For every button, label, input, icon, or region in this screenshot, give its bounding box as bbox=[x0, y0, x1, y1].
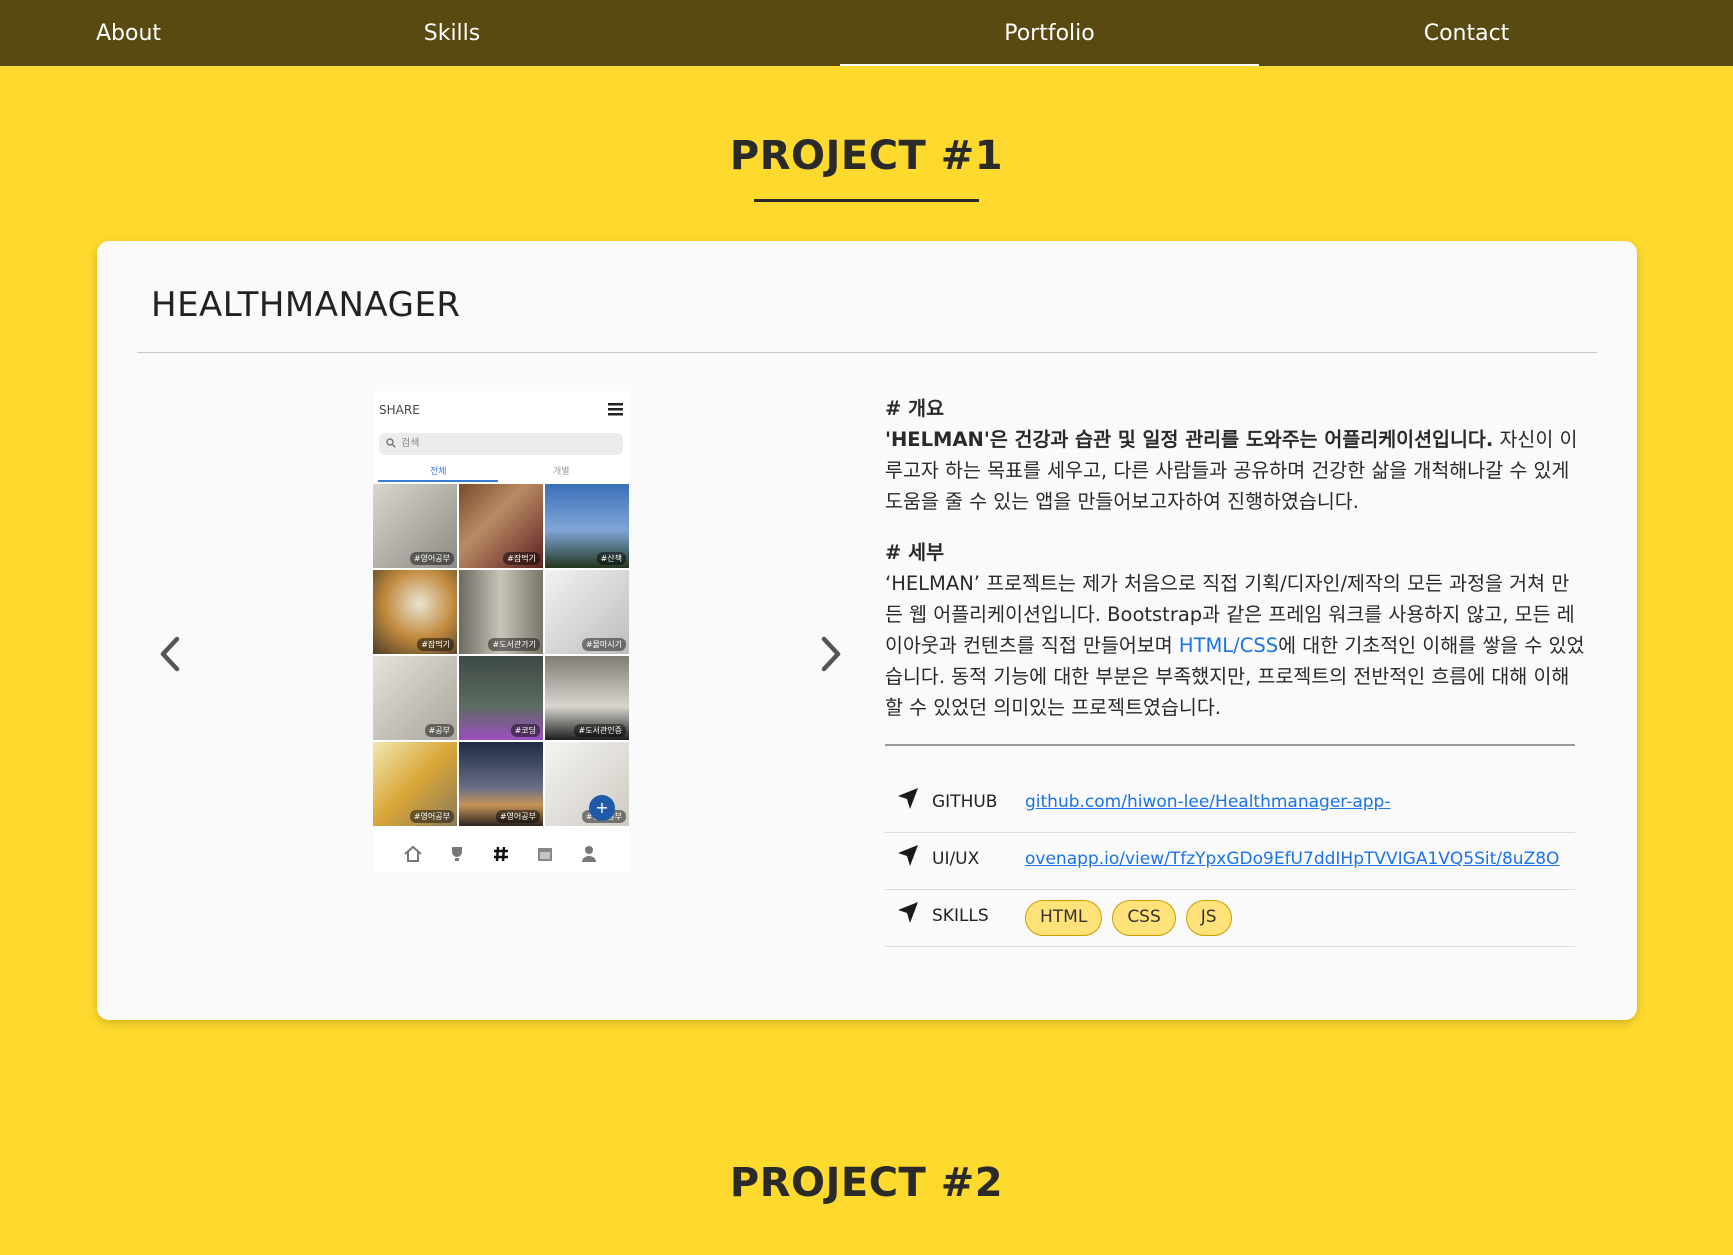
info-row-github: GITHUB github.com/hiwon-lee/Healthmanage… bbox=[885, 776, 1575, 833]
screenshot-tab-indicator bbox=[378, 480, 498, 482]
skill-badges: HTML CSS JS bbox=[1025, 900, 1232, 936]
app-screenshot: SHARE 검색 전체 개별 #영어공부 #잠먹기 #산책 #잠먹기 #도서관가… bbox=[373, 391, 629, 872]
photo-tile: #잠먹기 bbox=[373, 570, 457, 654]
photo-tag: #영어공부 bbox=[409, 810, 454, 823]
overview-bold-text: 'HELMAN'은 건강과 습관 및 일정 관리를 도와주는 어플리케이션입니다… bbox=[885, 428, 1494, 451]
trophy-icon bbox=[452, 846, 462, 861]
navigation-arrow-icon bbox=[898, 788, 918, 809]
screenshot-tab-all: 전체 bbox=[430, 467, 447, 477]
photo-tag: #영어공부 bbox=[495, 810, 540, 823]
nav-portfolio[interactable]: Portfolio bbox=[840, 0, 1259, 66]
user-icon bbox=[582, 845, 596, 862]
uiux-link[interactable]: ovenapp.io/view/TfzYpxGDo9EfU7ddIHpTVVIG… bbox=[1025, 849, 1559, 869]
home-icon bbox=[404, 845, 422, 862]
skill-badge-css: CSS bbox=[1112, 900, 1176, 936]
nav-portfolio-label: Portfolio bbox=[1004, 20, 1095, 46]
nav-about[interactable]: About bbox=[0, 0, 257, 66]
photo-tile: #코딩 bbox=[459, 656, 543, 740]
screenshot-photo-grid: #영어공부 #잠먹기 #산책 #잠먹기 #도서관가기 #물마시기 #공부 #코딩… bbox=[373, 484, 629, 830]
search-icon bbox=[386, 438, 396, 448]
uiux-label: UI/UX bbox=[932, 849, 980, 869]
skill-badge-js: JS bbox=[1185, 900, 1232, 936]
photo-tile: #물마시기 bbox=[545, 570, 629, 654]
calendar-icon bbox=[538, 847, 552, 861]
photo-tile: #영어공부 bbox=[459, 742, 543, 826]
photo-tag: #산책 bbox=[596, 552, 626, 565]
nav-contact[interactable]: Contact bbox=[1259, 0, 1674, 66]
github-link[interactable]: github.com/hiwon-lee/Healthmanager-app- bbox=[1025, 792, 1390, 812]
photo-tile: #공부 bbox=[373, 656, 457, 740]
photo-tile: #영어공부 bbox=[373, 484, 457, 568]
chevron-right-icon bbox=[821, 636, 841, 672]
navigation-arrow-icon bbox=[898, 902, 918, 923]
html-css-link[interactable]: HTML/CSS bbox=[1179, 634, 1278, 657]
hashtag-icon bbox=[494, 846, 508, 861]
photo-tag: #잠먹기 bbox=[417, 638, 454, 651]
photo-tag: #영어공부 bbox=[409, 552, 454, 565]
overview-heading: # 개요 bbox=[885, 397, 945, 420]
top-navbar: About Skills Portfolio Contact bbox=[0, 0, 1733, 66]
project-1-heading: PROJECT #1 bbox=[729, 133, 1004, 179]
photo-tile: #잠먹기 bbox=[459, 484, 543, 568]
photo-tile: #도서관가기 bbox=[459, 570, 543, 654]
nav-skills[interactable]: Skills bbox=[257, 0, 647, 66]
detail-paragraph: ‘HELMAN’ 프로젝트는 제가 처음으로 직접 기획/디자인/제작의 모든 … bbox=[885, 568, 1585, 723]
screenshot-search-placeholder: 검색 bbox=[401, 438, 420, 449]
heading-underline bbox=[754, 199, 979, 202]
screenshot-header: SHARE bbox=[379, 403, 420, 417]
screenshot-bottom-bar bbox=[373, 835, 629, 872]
photo-tile: #영어공부 bbox=[545, 742, 629, 826]
photo-tag: #코딩 bbox=[510, 724, 540, 737]
project-card: HEALTHMANAGER SHARE 검색 전체 개별 #영어공부 #잠먹기 … bbox=[97, 241, 1637, 1020]
screenshot-add-button: + bbox=[589, 795, 615, 821]
card-divider bbox=[137, 352, 1597, 353]
detail-heading: # 세부 bbox=[885, 541, 945, 564]
navigation-arrow-icon bbox=[898, 845, 918, 866]
info-row-skills: SKILLS HTML CSS JS bbox=[885, 890, 1575, 947]
nav-skills-label: Skills bbox=[423, 20, 481, 46]
photo-tag: #도서관인증 bbox=[574, 724, 626, 737]
project-2-heading: PROJECT #2 bbox=[729, 1160, 1004, 1206]
photo-tile: #도서관인증 bbox=[545, 656, 629, 740]
photo-tag: #도서관가기 bbox=[488, 638, 540, 651]
photo-tag: #물마시기 bbox=[581, 638, 626, 651]
skills-label: SKILLS bbox=[932, 906, 989, 926]
github-label: GITHUB bbox=[932, 792, 998, 812]
photo-tag: #공부 bbox=[424, 724, 454, 737]
chevron-left-icon bbox=[160, 636, 180, 672]
screenshot-tab-individual: 개별 bbox=[553, 467, 570, 477]
hamburger-menu-icon bbox=[608, 403, 623, 416]
overview-paragraph: 'HELMAN'은 건강과 습관 및 일정 관리를 도와주는 어플리케이션입니다… bbox=[885, 424, 1585, 517]
photo-tile: #산책 bbox=[545, 484, 629, 568]
photo-tile: #영어공부 bbox=[373, 742, 457, 826]
project-title: HEALTHMANAGER bbox=[151, 285, 461, 325]
nav-contact-label: Contact bbox=[1423, 20, 1510, 46]
info-row-uiux: UI/UX ovenapp.io/view/TfzYpxGDo9EfU7ddIH… bbox=[885, 833, 1575, 890]
info-divider bbox=[885, 744, 1575, 746]
carousel-prev-button[interactable] bbox=[150, 629, 190, 679]
carousel-next-button[interactable] bbox=[811, 629, 851, 679]
skill-badge-html: HTML bbox=[1025, 900, 1103, 936]
nav-about-label: About bbox=[95, 20, 162, 46]
screenshot-search-bar: 검색 bbox=[379, 433, 623, 455]
project-description: # 개요 'HELMAN'은 건강과 습관 및 일정 관리를 도와주는 어플리케… bbox=[885, 393, 1585, 743]
photo-tag: #잠먹기 bbox=[503, 552, 540, 565]
